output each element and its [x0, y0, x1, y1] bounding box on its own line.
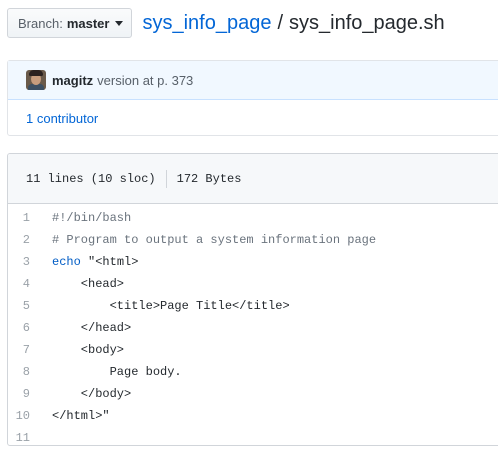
code-listing: 1 #!/bin/bash 2 # Program to output a syste… — [8, 204, 498, 445]
code-line: 11 — [8, 427, 498, 445]
commit-message[interactable]: version at p. 373 — [97, 73, 193, 88]
code-line: 5 <title>Page Title</title> — [8, 295, 498, 317]
branch-prefix: Branch: — [18, 15, 63, 31]
code-text: <title>Page Title</title> — [52, 299, 290, 313]
code-content: # Program to output a system information… — [52, 233, 377, 247]
code-line: 1 #!/bin/bash — [8, 207, 498, 229]
code-line: 4 <head> — [8, 273, 498, 295]
line-number[interactable]: 4 — [8, 277, 52, 291]
code-line: 10 </html>" — [8, 405, 498, 427]
code-text: #!/bin/bash — [52, 211, 131, 225]
commit-author-link[interactable]: magitz — [52, 73, 93, 88]
contributors-row: 1 contributor — [8, 100, 498, 137]
line-number[interactable]: 10 — [8, 409, 52, 423]
line-number[interactable]: 7 — [8, 343, 52, 357]
branch-select-button[interactable]: Branch: master — [7, 8, 133, 38]
file-lines-info: 11 lines (10 sloc) — [26, 171, 156, 186]
line-number[interactable]: 1 — [8, 211, 52, 225]
code-content: </html>" — [52, 409, 110, 423]
code-content: <head> — [52, 277, 125, 291]
line-number[interactable]: 5 — [8, 299, 52, 313]
code-content: </head> — [52, 321, 132, 335]
code-keyword: echo — [52, 255, 81, 269]
commit-header: magitz version at p. 373 — [8, 61, 498, 100]
line-number[interactable]: 8 — [8, 365, 52, 379]
code-text: # Program to output a system information… — [52, 233, 376, 247]
line-number[interactable]: 6 — [8, 321, 52, 335]
avatar[interactable] — [26, 70, 46, 90]
file-name: sys_info_page.sh — [289, 11, 445, 34]
repo-link[interactable]: sys_info_page — [142, 12, 271, 35]
code-text: <body> — [52, 343, 124, 357]
branch-name: master — [66, 15, 110, 31]
breadcrumb: sys_info_page / sys_info_page.sh — [142, 12, 444, 35]
file-viewer: 11 lines (10 sloc) 172 Bytes 1 #!/bin/bas… — [7, 153, 498, 446]
code-text: echo "<html> — [52, 255, 138, 269]
code-text: Page body. — [52, 365, 182, 379]
code-content: <body> — [52, 343, 125, 357]
caret-down-icon — [115, 20, 124, 26]
code-content: #!/bin/bash — [52, 211, 132, 225]
code-content: Page body. — [52, 365, 182, 379]
code-line: 2 # Program to output a system informatio… — [8, 229, 498, 251]
code-text: <head> — [52, 277, 124, 291]
code-content: "<html> — [80, 255, 139, 269]
code-text: </html>" — [52, 409, 110, 423]
code-text: </head> — [52, 321, 131, 335]
code-line: 6 </head> — [8, 317, 498, 339]
line-number[interactable]: 2 — [8, 233, 52, 247]
code-line: 9 </body> — [8, 383, 498, 405]
file-size: 172 Bytes — [176, 171, 242, 186]
code-line: 3 echo "<html> — [8, 251, 498, 273]
line-number[interactable]: 9 — [8, 387, 52, 401]
file-navigation: Branch: master sys_info_page / sys_info_… — [7, 7, 498, 39]
breadcrumb-separator: / — [277, 11, 283, 34]
header-divider — [165, 169, 167, 188]
code-content: </body> — [52, 387, 132, 401]
code-line: 7 <body> — [8, 339, 498, 361]
commit-info-box: magitz version at p. 373 1 contributor — [7, 60, 498, 136]
code-text: </body> — [52, 387, 131, 401]
contributors-link[interactable]: 1 contributor — [26, 111, 98, 126]
line-number[interactable]: 11 — [8, 431, 52, 445]
line-number[interactable]: 3 — [8, 255, 52, 269]
code-line: 8 Page body. — [8, 361, 498, 383]
code-content: <title>Page Title</title> — [52, 299, 290, 313]
file-header: 11 lines (10 sloc) 172 Bytes — [8, 154, 498, 204]
